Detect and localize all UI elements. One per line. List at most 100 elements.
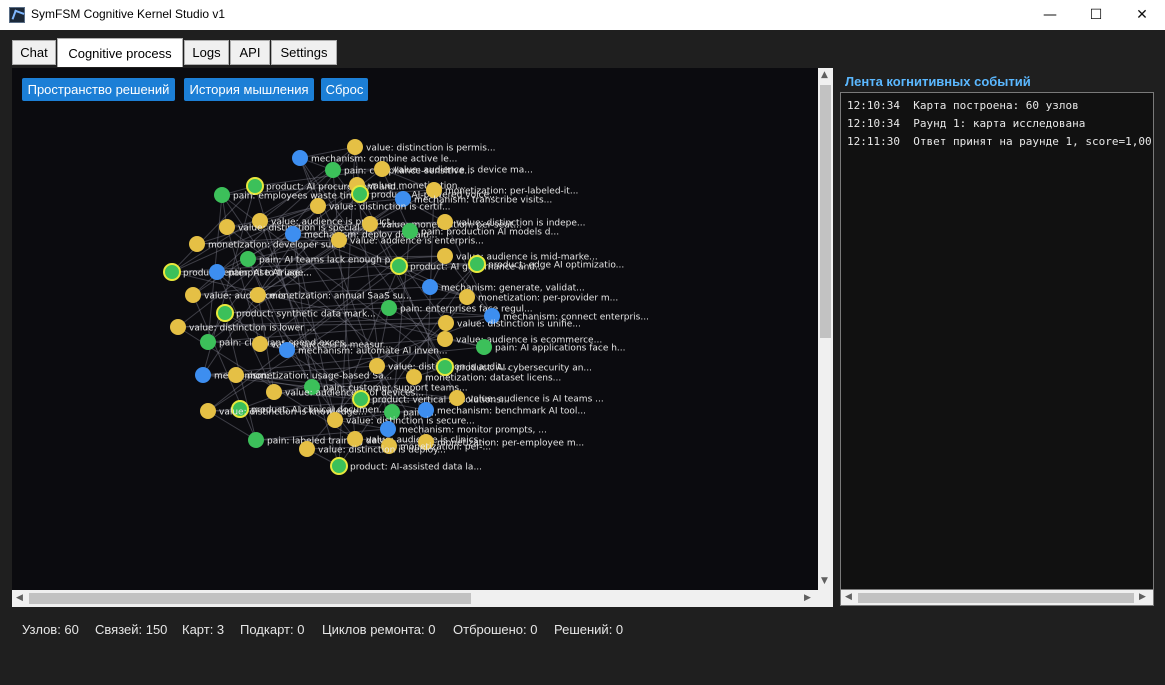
scroll-left-icon[interactable]: ◀	[16, 593, 23, 603]
node-label: pain: AI to triage...	[228, 269, 312, 279]
tab-api[interactable]: API	[230, 40, 270, 65]
node-circle[interactable]	[327, 412, 343, 428]
node-circle[interactable]	[351, 185, 369, 203]
graph-node-value[interactable]: value: audience is AI teams ...	[449, 390, 604, 406]
node-circle[interactable]	[219, 219, 235, 235]
node-circle[interactable]	[381, 300, 397, 316]
node-circle[interactable]	[347, 139, 363, 155]
node-circle[interactable]	[325, 162, 341, 178]
node-circle[interactable]	[228, 367, 244, 383]
node-label: product: edge AI optimizatio...	[488, 261, 624, 271]
close-button[interactable]: ✕	[1119, 0, 1165, 30]
feed-line: 12:11:30 Ответ принят на раунде 1, score…	[847, 135, 1152, 148]
scroll-right-icon[interactable]: ▶	[1139, 592, 1146, 602]
node-circle[interactable]	[449, 390, 465, 406]
node-circle[interactable]	[240, 251, 256, 267]
status-discarded: Отброшено: 0	[453, 622, 538, 637]
graph-horizontal-scrollbar[interactable]: ◀ ▶	[12, 590, 818, 607]
scroll-down-icon[interactable]: ▼	[821, 576, 828, 586]
node-label: value: distinction is certif...	[329, 203, 451, 213]
node-circle[interactable]	[438, 315, 454, 331]
reset-button[interactable]: Сброс	[321, 78, 368, 101]
status-edges: Связей: 150	[95, 622, 168, 637]
feed-line: 12:10:34 Карта построена: 60 узлов	[847, 99, 1079, 112]
node-circle[interactable]	[250, 287, 266, 303]
node-circle[interactable]	[468, 255, 486, 273]
scroll-up-icon[interactable]: ▲	[821, 70, 828, 80]
maximize-button[interactable]: ☐	[1073, 0, 1119, 30]
node-circle[interactable]	[437, 331, 453, 347]
node-label: product: AI-assisted data la...	[350, 463, 482, 473]
node-label: pain: AI applications face h...	[495, 344, 626, 354]
knowledge-graph[interactable]: value: distinction is permis... mechanism…	[12, 68, 818, 590]
tab-settings[interactable]: Settings	[271, 40, 337, 65]
node-circle[interactable]	[209, 264, 225, 280]
feed-horizontal-scrollbar[interactable]: ◀ ▶	[840, 589, 1154, 606]
graph-nodes[interactable]: value: distinction is permis... mechanism…	[163, 139, 649, 475]
node-circle[interactable]	[248, 432, 264, 448]
node-label: monetization: developer sub...	[208, 241, 346, 251]
scroll-thumb[interactable]	[820, 85, 831, 338]
node-circle[interactable]	[369, 358, 385, 374]
graph-node-value[interactable]: value: distinction is permis...	[347, 139, 496, 155]
node-circle[interactable]	[292, 150, 308, 166]
status-nodes: Узлов: 60	[22, 622, 79, 637]
node-circle[interactable]	[216, 304, 234, 322]
node-label: product: synthetic data mark...	[236, 310, 376, 320]
node-circle[interactable]	[374, 161, 390, 177]
thinking-history-button[interactable]: История мышления	[184, 78, 314, 101]
node-label: value: distinction is knowledge...	[219, 408, 367, 418]
node-circle[interactable]	[476, 339, 492, 355]
node-label: mechanism: monitor prompts, ...	[399, 426, 547, 436]
solution-space-button[interactable]: Пространство решений	[22, 78, 175, 101]
node-circle[interactable]	[185, 287, 201, 303]
graph-vertical-scrollbar[interactable]: ▲ ▼	[818, 68, 833, 590]
node-label: monetization: usage-based Sa...	[247, 372, 392, 382]
node-circle[interactable]	[200, 403, 216, 419]
node-circle[interactable]	[170, 319, 186, 335]
node-label: value: distinction is permis...	[366, 144, 496, 154]
node-circle[interactable]	[200, 334, 216, 350]
status-maps: Карт: 3	[182, 622, 225, 637]
node-circle[interactable]	[214, 187, 230, 203]
status-repair-cycles: Циклов ремонта: 0	[322, 622, 436, 637]
scroll-thumb[interactable]	[858, 593, 1134, 603]
node-circle[interactable]	[189, 236, 205, 252]
node-circle[interactable]	[422, 279, 438, 295]
graph-node-pain[interactable]: pain: AI teams lack enough p...	[240, 251, 399, 267]
node-circle[interactable]	[279, 342, 295, 358]
graph-panel[interactable]: value: distinction is permis... mechanism…	[12, 68, 818, 590]
tab-chat[interactable]: Chat	[12, 40, 56, 65]
node-label: monetization: per-provider m...	[478, 294, 618, 304]
node-circle[interactable]	[390, 257, 408, 275]
node-label: pain: AI teams lack enough p...	[259, 256, 399, 266]
node-label: value: distinction is unifie...	[457, 320, 581, 330]
node-circle[interactable]	[310, 198, 326, 214]
scroll-thumb[interactable]	[29, 593, 471, 604]
feed-title: Лента когнитивных событий	[845, 74, 1031, 89]
graph-node-value[interactable]: value: distinction is lower ...	[170, 319, 315, 335]
graph-node-product[interactable]: product: AI-assisted data la...	[330, 457, 482, 475]
node-circle[interactable]	[331, 232, 347, 248]
node-circle[interactable]	[163, 263, 181, 281]
node-label: monetization: dataset licens...	[425, 374, 561, 384]
node-circle[interactable]	[459, 289, 475, 305]
tab-cognitive-process[interactable]: Cognitive process	[57, 38, 183, 67]
node-circle[interactable]	[252, 336, 268, 352]
minimize-button[interactable]: —	[1027, 0, 1073, 30]
graph-node-product[interactable]: product: synthetic data mark...	[216, 304, 376, 322]
node-label: monetization: annual SaaS su...	[269, 292, 412, 302]
node-label: value: distinction is deploy...	[318, 446, 446, 456]
scroll-right-icon[interactable]: ▶	[804, 593, 811, 603]
node-circle[interactable]	[195, 367, 211, 383]
tab-bar: Chat Cognitive process Logs API Settings	[0, 30, 1165, 67]
tab-logs[interactable]: Logs	[184, 40, 229, 65]
status-solutions: Решений: 0	[554, 622, 624, 637]
event-feed[interactable]: 12:10:34 Карта построена: 60 узлов 12:10…	[840, 92, 1154, 590]
node-label: mechanism: benchmark AI tool...	[437, 407, 586, 417]
node-circle[interactable]	[330, 457, 348, 475]
node-circle[interactable]	[266, 384, 282, 400]
scroll-left-icon[interactable]: ◀	[845, 592, 852, 602]
node-circle[interactable]	[299, 441, 315, 457]
feed-line: 12:10:34 Раунд 1: карта исследована	[847, 117, 1086, 130]
